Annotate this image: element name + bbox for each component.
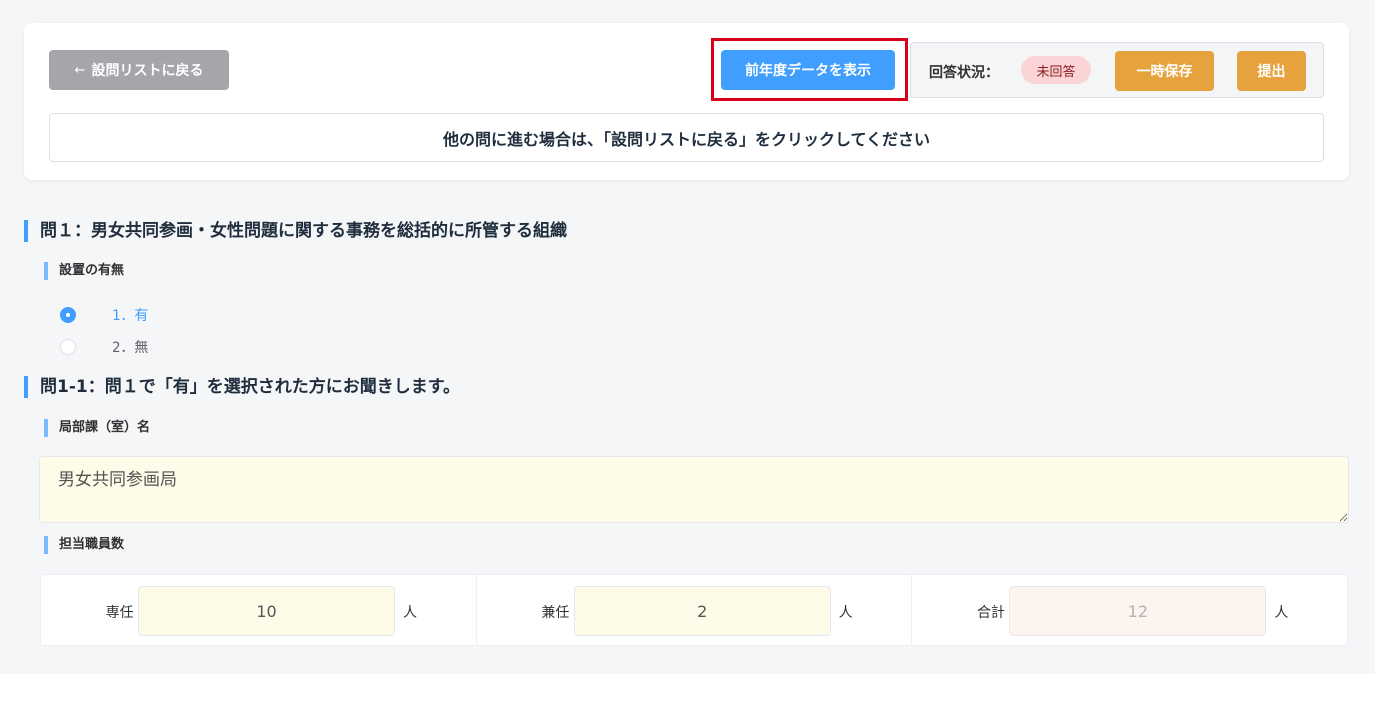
back-to-list-label: 設問リストに戻る (91, 63, 204, 79)
radio-checked-icon[interactable] (60, 307, 76, 323)
staff-cell-dedicated: 専任 人 (41, 575, 477, 645)
dedicated-label: 専任 (105, 605, 134, 621)
dept-name-subtitle: 局部課（室）名 (44, 419, 150, 437)
dedicated-staff-input[interactable] (138, 586, 395, 636)
staff-cell-concurrent: 兼任 人 (477, 575, 913, 645)
dedicated-unit: 人 (403, 605, 417, 621)
back-to-list-button[interactable]: ← 設問リストに戻る (49, 50, 229, 90)
notice-banner: 他の問に進む場合は、「設問リストに戻る」をクリックしてください (49, 113, 1324, 162)
staff-count-table: 専任 人 兼任 人 合計 人 (40, 574, 1348, 646)
arrow-left-icon: ← (74, 62, 86, 78)
total-unit: 人 (1274, 605, 1289, 621)
staff-count-subtitle: 担当職員数 (44, 536, 124, 554)
radio-option-yes-label: 1．有 (112, 308, 149, 324)
dept-name-input[interactable]: 男女共同参画局 (39, 456, 1349, 523)
concurrent-unit: 人 (838, 605, 853, 621)
concurrent-label: 兼任 (541, 605, 570, 621)
submit-button[interactable]: 提出 (1237, 51, 1306, 91)
header-card: ← 設問リストに戻る 前年度データを表示 回答状況： 未回答 一時保存 提出 他… (24, 23, 1349, 180)
question-1-title: 問１：男女共同参画・女性問題に関する事務を総括的に所管する組織 (24, 220, 567, 242)
question-1-1-title: 問1-1：問１で「有」を選択された方にお聞きします。 (24, 376, 460, 398)
total-staff-field (1009, 586, 1267, 636)
status-label: 回答状況： (929, 65, 999, 81)
show-prev-year-button[interactable]: 前年度データを表示 (721, 50, 895, 90)
radio-option-no-label: 2．無 (112, 340, 149, 356)
radio-unchecked-icon[interactable] (60, 339, 76, 355)
status-panel: 回答状況： 未回答 一時保存 提出 (910, 42, 1324, 98)
temp-save-button[interactable]: 一時保存 (1115, 51, 1214, 91)
staff-cell-total: 合計 人 (912, 575, 1347, 645)
radio-option-no[interactable]: 2．無 (60, 337, 148, 357)
total-label: 合計 (977, 605, 1006, 621)
installation-subtitle: 設置の有無 (44, 262, 124, 280)
concurrent-staff-input[interactable] (573, 586, 831, 636)
status-badge: 未回答 (1021, 56, 1091, 84)
radio-option-yes[interactable]: 1．有 (60, 305, 148, 325)
